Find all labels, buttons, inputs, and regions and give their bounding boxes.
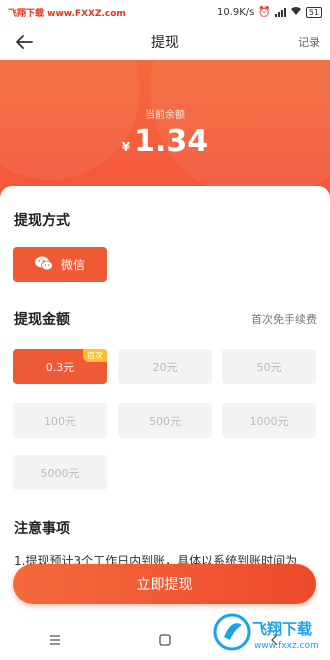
amount-label: 500元 (149, 414, 181, 428)
amount-label: 50元 (256, 360, 282, 374)
amount-title: 提现金额 (14, 312, 70, 328)
fee-note: 首次免手续费 (251, 313, 317, 326)
battery-icon: 51 (305, 6, 322, 18)
amount-option-0.3[interactable]: 0.3元 首次 (13, 349, 107, 384)
amount-label: 100元 (44, 414, 76, 428)
wifi-icon (290, 6, 302, 19)
wechat-label: 微信 (60, 258, 85, 272)
withdraw-card: 提现方式 微信 提现金额 首次免手续费 0.3元 首次 20元 50元 100元… (0, 186, 330, 660)
back-arrow-icon[interactable] (12, 30, 36, 54)
first-time-badge: 首次 (83, 349, 107, 362)
page-title: 提现 (151, 35, 179, 51)
amount-option-20[interactable]: 20元 (118, 349, 212, 384)
balance-amount: ¥ 1.34 (0, 124, 330, 159)
site-logo-watermark: 飞翔下载 www.fxxz.com (212, 610, 322, 654)
watermark-text: 飞翔下载 www.FXXZ.com (8, 8, 126, 19)
alarm-icon: ⏰ (258, 6, 271, 18)
withdraw-submit-button[interactable]: 立即提现 (13, 564, 316, 604)
amount-option-1000[interactable]: 1000元 (222, 403, 316, 438)
balance-value: 1.34 (134, 124, 209, 159)
svg-text:www.fxxz.com: www.fxxz.com (254, 641, 319, 651)
home-key-icon[interactable] (157, 632, 173, 648)
signal-icon (274, 7, 286, 17)
notice-title: 注意事项 (14, 521, 70, 537)
records-link[interactable]: 记录 (298, 34, 320, 50)
status-icons: 10.9K/s ⏰ 51 (217, 6, 322, 19)
wechat-icon (34, 256, 53, 274)
balance-label: 当前余额 (145, 110, 185, 121)
amount-option-5000[interactable]: 5000元 (13, 455, 107, 490)
amount-label: 20元 (152, 360, 178, 374)
menu-key-icon[interactable] (47, 632, 63, 648)
svg-text:飞翔下载: 飞翔下载 (252, 620, 312, 638)
amount-option-500[interactable]: 500元 (118, 403, 212, 438)
network-speed: 10.9K/s (216, 6, 255, 18)
amount-label: 1000元 (249, 414, 289, 428)
balance-banner: 当前余额 ¥ 1.34 (0, 60, 330, 205)
amount-option-50[interactable]: 50元 (222, 349, 316, 384)
status-bar: 飞翔下载 www.FXXZ.com 10.9K/s ⏰ 51 (0, 0, 330, 24)
currency-symbol: ¥ (121, 140, 131, 154)
app-header: 提现 记录 (0, 24, 330, 60)
amount-option-100[interactable]: 100元 (13, 403, 107, 438)
wechat-method-button[interactable]: 微信 (13, 247, 107, 282)
method-title: 提现方式 (14, 213, 70, 229)
amount-label: 0.3元 (45, 360, 75, 374)
amount-label: 5000元 (40, 466, 80, 480)
